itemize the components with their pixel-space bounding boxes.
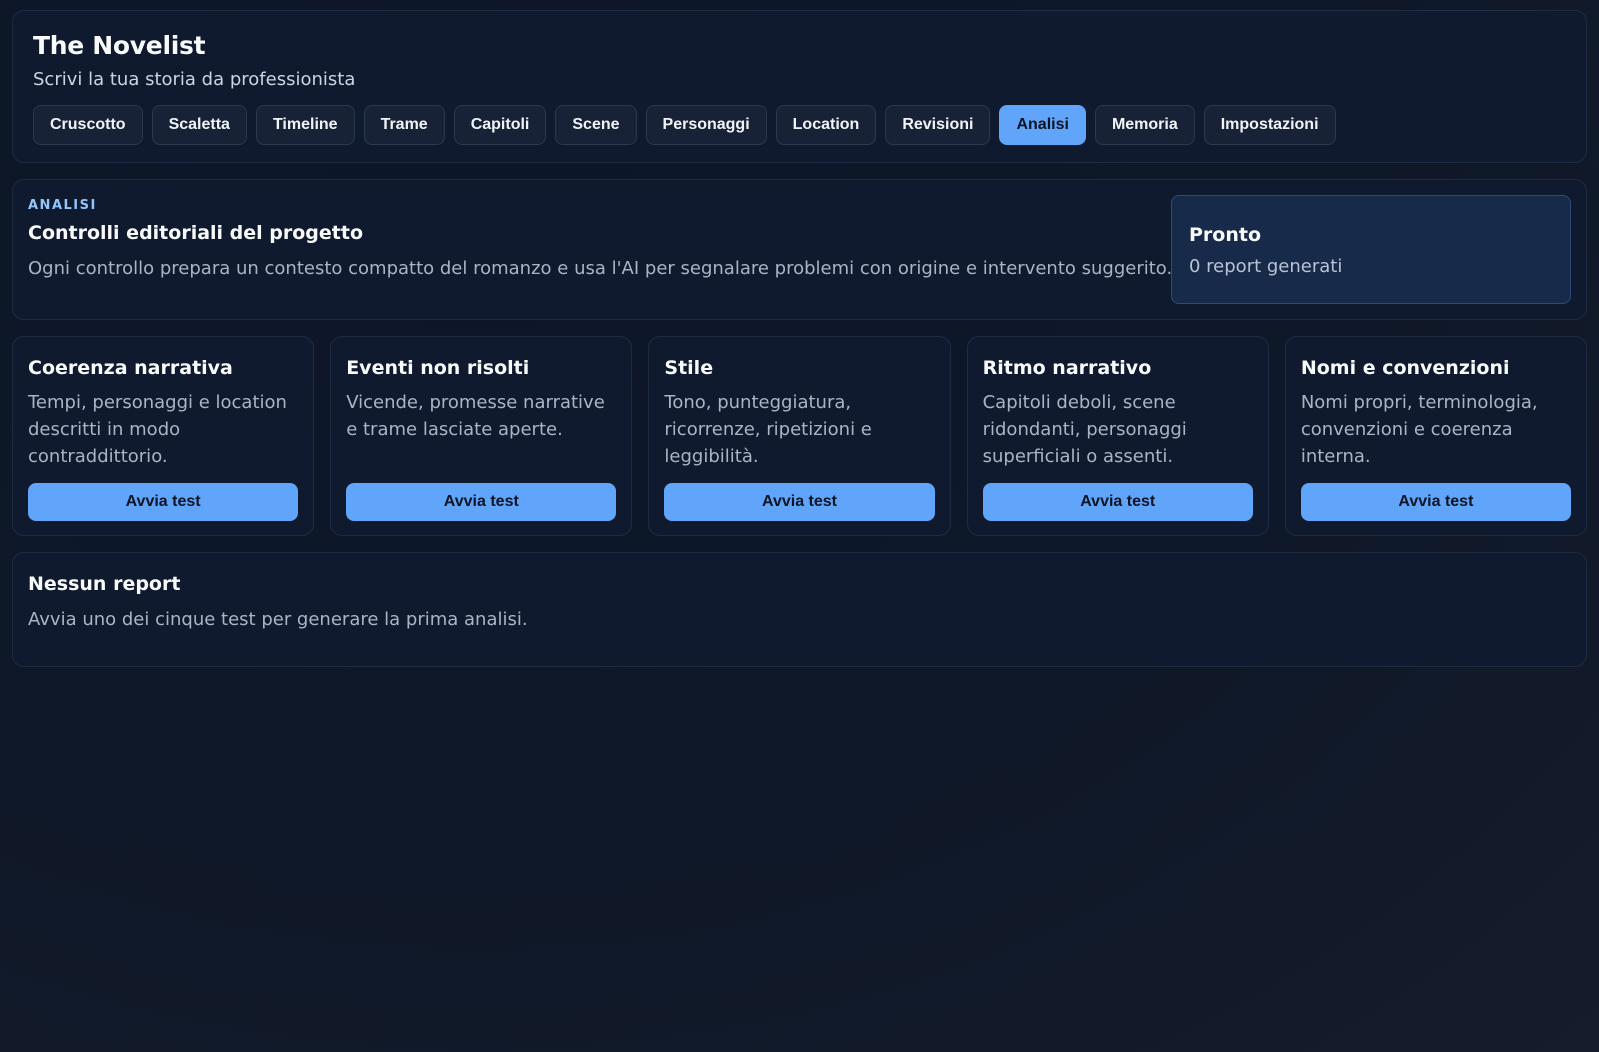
report-count: 0 report generati: [1189, 256, 1343, 277]
status-title: Pronto: [1189, 224, 1262, 246]
test-card-description: Tono, punteggiatura, ricorrenze, ripetiz…: [664, 392, 872, 467]
test-card-title: Ritmo narrativo: [982, 357, 1152, 379]
tab-scene[interactable]: Scene: [555, 105, 637, 145]
tab-trame[interactable]: Trame: [363, 105, 445, 145]
test-card-ritmo: Ritmo narrativo Capitoli deboli, scene r…: [966, 336, 1269, 536]
run-test-button[interactable]: Avvia test: [346, 483, 617, 521]
tab-analisi[interactable]: Analisi: [999, 105, 1086, 145]
report-title: Nessun report: [28, 573, 181, 595]
test-card-description: Vicende, promesse narrative e trame lasc…: [346, 392, 605, 440]
test-card-nomi: Nomi e convenzioni Nomi propri, terminol…: [1284, 336, 1588, 536]
tab-scaletta[interactable]: Scaletta: [151, 105, 247, 145]
tab-location[interactable]: Location: [775, 105, 877, 145]
test-card-title: Coerenza narrativa: [28, 357, 233, 379]
run-test-button[interactable]: Avvia test: [982, 483, 1253, 521]
run-test-button[interactable]: Avvia test: [1300, 483, 1572, 521]
tab-impostazioni[interactable]: Impostazioni: [1203, 105, 1336, 145]
report-empty-text: Avvia uno dei cinque test per generare l…: [28, 609, 528, 630]
test-card-coerenza: Coerenza narrativa Tempi, personaggi e l…: [12, 336, 315, 536]
status-box: Pronto 0 report generati: [1171, 195, 1571, 304]
test-cards: Coerenza narrativa Tempi, personaggi e l…: [12, 336, 1588, 536]
analysis-intro: ANALISI Controlli editoriali del progett…: [12, 179, 1587, 320]
test-card-eventi: Eventi non risolti Vicende, promesse nar…: [330, 336, 633, 536]
test-card-stile: Stile Tono, punteggiatura, ricorrenze, r…: [648, 336, 951, 536]
test-card-title: Stile: [664, 357, 714, 379]
app-header: The Novelist Scrivi la tua storia da pro…: [12, 10, 1587, 163]
tab-cruscotto[interactable]: Cruscotto: [33, 105, 143, 145]
app-container: The Novelist Scrivi la tua storia da pro…: [12, 10, 1588, 667]
test-card-description: Tempi, personaggi e location descritti i…: [28, 392, 287, 467]
test-card-description: Capitoli deboli, scene ridondanti, perso…: [982, 392, 1187, 467]
app-title: The Novelist: [33, 31, 206, 60]
app-subtitle: Scrivi la tua storia da professionista: [33, 69, 356, 90]
run-test-button[interactable]: Avvia test: [664, 483, 935, 521]
test-card-title: Eventi non risolti: [346, 357, 530, 379]
tab-memoria[interactable]: Memoria: [1094, 105, 1195, 145]
test-card-title: Nomi e convenzioni: [1300, 357, 1510, 379]
tab-personaggi[interactable]: Personaggi: [645, 105, 767, 145]
tab-timeline[interactable]: Timeline: [255, 105, 355, 145]
tab-revisioni[interactable]: Revisioni: [885, 105, 991, 145]
report-panel: Nessun report Avvia uno dei cinque test …: [12, 552, 1587, 667]
tab-capitoli[interactable]: Capitoli: [453, 105, 547, 145]
run-test-button[interactable]: Avvia test: [28, 483, 299, 521]
main-nav: Cruscotto Scaletta Timeline Trame Capito…: [33, 105, 1566, 145]
test-card-description: Nomi propri, terminologia, convenzioni e…: [1300, 392, 1538, 467]
